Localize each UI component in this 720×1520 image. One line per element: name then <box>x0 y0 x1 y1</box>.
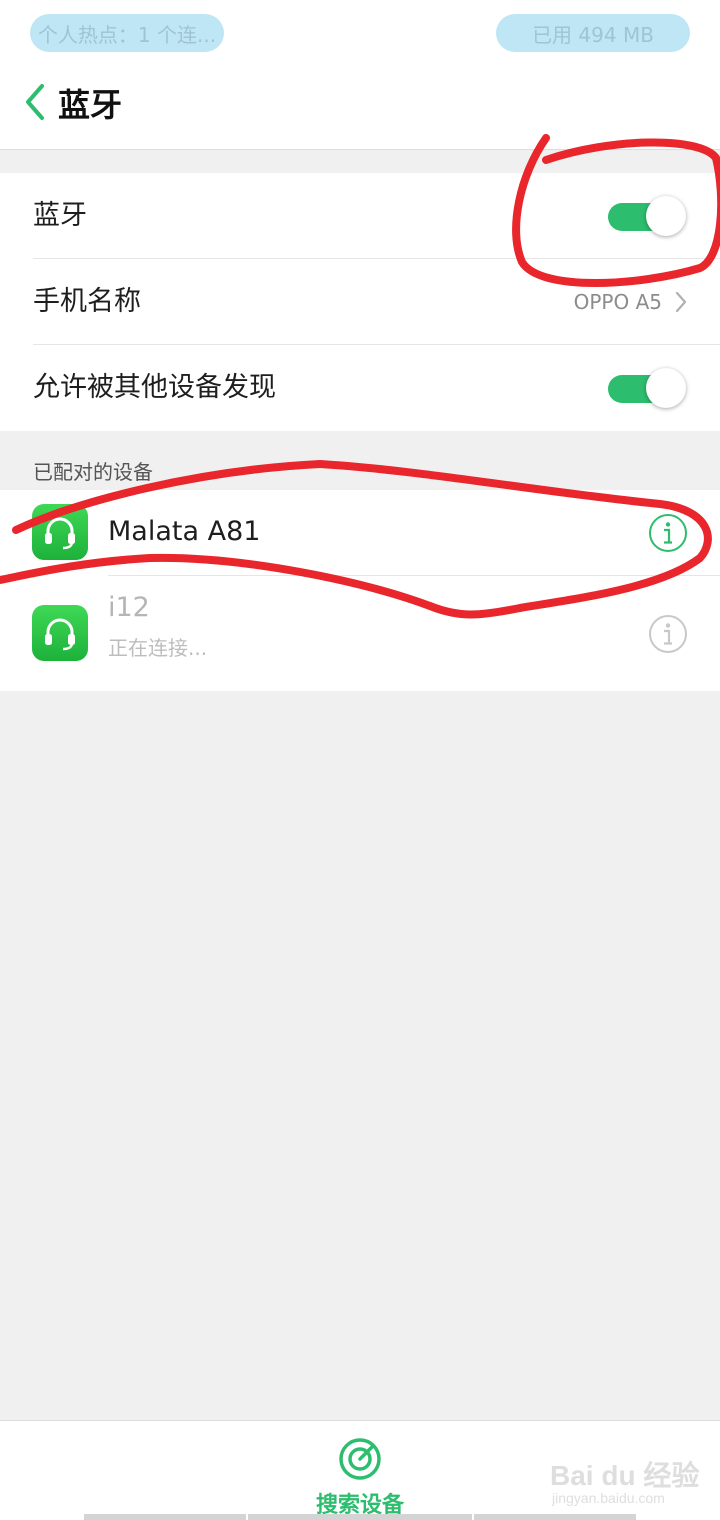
back-button[interactable] <box>18 78 58 126</box>
info-icon[interactable] <box>648 614 688 654</box>
device-name-value: OPPO A5 <box>573 290 662 314</box>
switch-knob <box>646 196 686 236</box>
search-devices-button[interactable]: 搜索设备 <box>300 1435 420 1518</box>
paired-devices-list: Malata A81 i12 正在连接... <box>0 490 720 691</box>
chevron-right-icon <box>675 291 687 313</box>
device-name: i12 <box>108 592 150 623</box>
device-status: 正在连接... <box>108 636 208 660</box>
page-title: 蓝牙 <box>58 86 123 124</box>
device-name: Malata A81 <box>108 516 261 547</box>
bluetooth-switch[interactable] <box>608 195 688 236</box>
nav-indicator <box>474 1514 636 1520</box>
radar-search-icon <box>339 1438 381 1480</box>
nav-indicator <box>248 1514 472 1520</box>
paired-devices-header: 已配对的设备 <box>33 460 153 484</box>
bluetooth-settings-group: 蓝牙 手机名称 OPPO A5 允许被其他设备发现 <box>0 173 720 431</box>
device-name-row[interactable]: 手机名称 OPPO A5 <box>0 259 720 345</box>
discoverable-label: 允许被其他设备发现 <box>33 372 276 403</box>
top-bar: 个人热点：1 个连... 已用 494 MB 蓝牙 <box>0 0 720 150</box>
switch-knob <box>646 368 686 408</box>
paired-device-item[interactable]: Malata A81 <box>0 490 720 576</box>
baidu-jingyan-watermark: Bai du 经验 jingyan.baidu.com <box>550 1440 710 1510</box>
headset-icon <box>32 504 88 560</box>
watermark-main: Bai du 经验 <box>550 1460 700 1491</box>
info-icon[interactable] <box>648 513 688 553</box>
device-name-label: 手机名称 <box>33 286 141 317</box>
discoverable-switch[interactable] <box>608 367 688 408</box>
headset-icon <box>32 605 88 661</box>
nav-indicator <box>84 1514 246 1520</box>
discoverable-toggle-row[interactable]: 允许被其他设备发现 <box>0 345 720 431</box>
bluetooth-toggle-row[interactable]: 蓝牙 <box>0 173 720 259</box>
chevron-left-icon <box>26 84 44 120</box>
bluetooth-label: 蓝牙 <box>33 200 87 231</box>
hotspot-status-pill[interactable]: 个人热点：1 个连... <box>30 14 224 52</box>
watermark-sub: jingyan.baidu.com <box>552 1490 665 1506</box>
paired-device-item[interactable]: i12 正在连接... <box>0 576 720 691</box>
memory-usage-pill[interactable]: 已用 494 MB <box>496 14 690 52</box>
